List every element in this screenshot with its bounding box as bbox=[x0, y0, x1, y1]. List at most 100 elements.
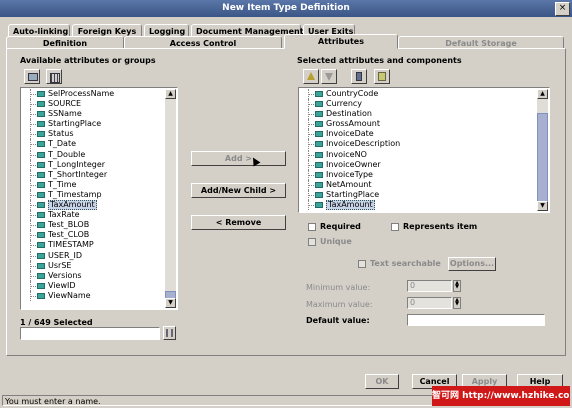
list-item[interactable]: Status bbox=[22, 129, 164, 140]
minimum-spinner[interactable]: ▲ ▼ bbox=[453, 280, 461, 292]
attribute-icon bbox=[315, 202, 323, 209]
list-item[interactable]: InvoiceNO bbox=[300, 149, 536, 160]
list-item[interactable]: TaxAmount bbox=[22, 200, 164, 211]
text-searchable-label: Text searchable bbox=[370, 259, 441, 268]
properties-icon bbox=[378, 72, 386, 81]
list-item-label: T_Double bbox=[48, 149, 86, 159]
window-title: New Item Type Definition bbox=[222, 3, 350, 13]
list-item[interactable]: StartingPlace bbox=[22, 119, 164, 130]
attribute-icon bbox=[37, 151, 45, 158]
list-item[interactable]: SelProcessName bbox=[22, 89, 164, 99]
maximum-spinner[interactable]: ▲ ▼ bbox=[453, 297, 461, 309]
list-item-label: InvoiceDescription bbox=[326, 139, 401, 149]
attribute-icon bbox=[37, 252, 45, 259]
list-item[interactable]: Versions bbox=[22, 270, 164, 281]
list-item[interactable]: SSName bbox=[22, 109, 164, 120]
grid-view-button[interactable] bbox=[46, 69, 62, 84]
delete-button[interactable] bbox=[351, 69, 367, 84]
grid-icon bbox=[50, 73, 60, 83]
list-item[interactable]: NetAmount bbox=[300, 179, 536, 190]
text-searchable-checkbox[interactable] bbox=[358, 260, 366, 268]
unique-label: Unique bbox=[320, 237, 352, 246]
list-item[interactable]: GrossAmount bbox=[300, 119, 536, 130]
attribute-icon bbox=[37, 141, 45, 148]
maximum-value-input[interactable]: 0 bbox=[407, 297, 452, 309]
represents-item-checkbox[interactable] bbox=[391, 223, 399, 231]
attribute-icon bbox=[37, 131, 45, 138]
list-item-label: StartingPlace bbox=[48, 119, 102, 129]
list-item[interactable]: T_LongInteger bbox=[22, 159, 164, 170]
tab-attributes[interactable]: Attributes bbox=[284, 34, 398, 49]
list-item-label: Test_BLOB bbox=[48, 220, 90, 230]
list-item-label: T_Time bbox=[48, 179, 77, 189]
attribute-icon bbox=[315, 141, 323, 148]
attribute-icon bbox=[315, 91, 323, 97]
list-item[interactable]: InvoiceDate bbox=[300, 129, 536, 140]
list-item[interactable]: TaxAmount bbox=[300, 200, 536, 211]
attribute-search-input[interactable] bbox=[20, 327, 160, 340]
list-item-label: InvoiceOwner bbox=[326, 159, 381, 169]
attribute-icon bbox=[315, 171, 323, 178]
list-item[interactable]: Currency bbox=[300, 99, 536, 110]
list-item[interactable]: InvoiceDescription bbox=[300, 139, 536, 150]
list-item-label: T_Date bbox=[48, 139, 77, 149]
list-item[interactable]: InvoiceOwner bbox=[300, 159, 536, 170]
attribute-icon bbox=[315, 191, 323, 198]
scroll-down-icon[interactable]: ▼ bbox=[165, 298, 176, 308]
list-item[interactable]: Test_CLOB bbox=[22, 230, 164, 241]
remove-button[interactable]: < Remove bbox=[191, 215, 286, 230]
minimum-value-input[interactable]: 0 bbox=[407, 280, 452, 292]
attribute-icon bbox=[37, 121, 45, 128]
attribute-icon bbox=[315, 101, 323, 108]
available-attributes-list[interactable]: SelProcessName SOURCE SSName StartingPlace S… bbox=[20, 87, 178, 310]
list-item[interactable]: T_Timestamp bbox=[22, 189, 164, 200]
list-item[interactable]: StartingPlace bbox=[300, 189, 536, 200]
properties-button[interactable] bbox=[374, 69, 390, 84]
list-item-label: TaxAmount bbox=[326, 200, 375, 211]
selected-attributes-list[interactable]: CountryCode Currency Destination GrossAmoun… bbox=[298, 87, 550, 213]
scroll-up-icon[interactable]: ▲ bbox=[537, 89, 548, 99]
attribute-icon bbox=[37, 292, 45, 299]
close-button[interactable]: × bbox=[555, 2, 570, 16]
scroll-down-icon[interactable]: ▼ bbox=[537, 201, 548, 211]
scroll-up-icon[interactable]: ▲ bbox=[165, 89, 176, 99]
list-item[interactable]: T_Time bbox=[22, 179, 164, 190]
list-item[interactable]: T_Date bbox=[22, 139, 164, 150]
list-item[interactable]: CountryCode bbox=[300, 89, 536, 99]
list-item[interactable]: SOURCE bbox=[22, 99, 164, 110]
maximum-value-label: Maximum value: bbox=[306, 300, 373, 309]
list-item[interactable]: InvoiceType bbox=[300, 169, 536, 180]
list-item[interactable]: TIMESTAMP bbox=[22, 240, 164, 251]
options-button[interactable]: Options... bbox=[448, 257, 496, 271]
list-item-label: TaxRate bbox=[48, 210, 80, 220]
list-item[interactable]: UsrSE bbox=[22, 260, 164, 271]
selected-scrollbar[interactable]: ▲ ▼ bbox=[537, 89, 548, 211]
list-item[interactable]: USER_ID bbox=[22, 250, 164, 261]
move-down-button[interactable] bbox=[321, 69, 337, 84]
list-view-button[interactable] bbox=[24, 69, 40, 84]
list-item[interactable]: ViewName bbox=[22, 290, 164, 301]
scroll-thumb[interactable] bbox=[537, 113, 548, 203]
required-checkbox[interactable] bbox=[308, 223, 316, 231]
move-up-button[interactable] bbox=[303, 69, 319, 84]
search-go-button[interactable] bbox=[163, 326, 176, 340]
add-new-child-button[interactable]: Add/New Child > bbox=[191, 183, 286, 198]
list-item-label: ViewID bbox=[48, 280, 76, 290]
ok-button[interactable]: OK bbox=[365, 374, 399, 389]
attribute-icon bbox=[37, 91, 45, 97]
list-item[interactable]: T_Double bbox=[22, 149, 164, 160]
list-item-label: Status bbox=[48, 129, 74, 139]
list-item-label: T_LongInteger bbox=[48, 159, 106, 169]
list-item[interactable]: Test_BLOB bbox=[22, 220, 164, 231]
add-button[interactable]: Add > bbox=[191, 151, 286, 166]
list-item[interactable]: ViewID bbox=[22, 280, 164, 291]
attribute-icon bbox=[37, 262, 45, 269]
list-item[interactable]: T_ShortInteger bbox=[22, 169, 164, 180]
list-item-label: T_ShortInteger bbox=[48, 169, 108, 179]
list-item[interactable]: TaxRate bbox=[22, 210, 164, 221]
list-item[interactable]: Destination bbox=[300, 109, 536, 120]
unique-checkbox[interactable] bbox=[308, 238, 316, 246]
list-item-label: InvoiceDate bbox=[326, 129, 374, 139]
available-scrollbar[interactable]: ▲ ▼ bbox=[165, 89, 176, 308]
default-value-input[interactable] bbox=[407, 314, 545, 326]
